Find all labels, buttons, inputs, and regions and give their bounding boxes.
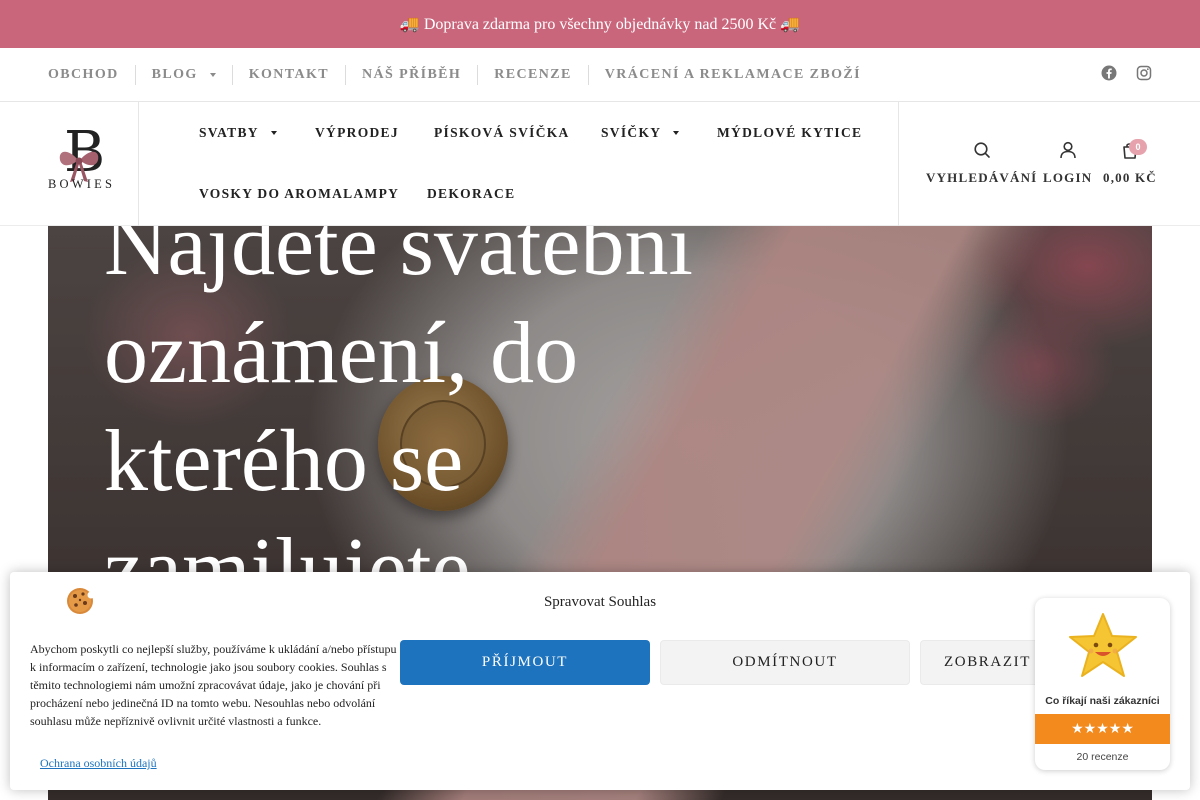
divider <box>898 102 899 226</box>
secnav-blog-label: BLOG <box>151 67 198 82</box>
logo-wordmark: BOWIES <box>48 177 116 191</box>
instagram-icon[interactable] <box>1136 65 1152 81</box>
stars-text: ★★★★★ <box>1071 721 1134 737</box>
menu-item-dekorace[interactable]: DEKORACE <box>427 186 515 202</box>
consent-text: Abychom poskytli co nejlepší služby, pou… <box>30 642 397 728</box>
search-button[interactable]: VYHLEDÁVÁNÍ <box>926 140 1037 186</box>
hero-title: Najděte svatební oznámení, do kterého se… <box>104 226 693 618</box>
login-label: LOGIN <box>1043 170 1093 185</box>
secnav-item-kontakt[interactable]: KONTAKT <box>231 65 345 85</box>
cookie-consent-dialog: Spravovat Souhlas × Abychom poskytli co … <box>10 572 1190 790</box>
rating-stars: ★★★★★ <box>1035 714 1170 744</box>
menu-item-svatby[interactable]: SVATBY <box>199 125 277 141</box>
chevron-down-icon <box>673 131 680 135</box>
menu-item-mydlove-kytice[interactable]: MÝDLOVÉ KYTICE <box>717 125 862 141</box>
announcement-bar: 🚚 Doprava zdarma pro všechny objednávky … <box>0 0 1200 48</box>
cart-total: 0,00 KČ <box>1103 170 1157 185</box>
menu-label: SVATBY <box>199 125 259 140</box>
secondary-nav: OBCHOD BLOG KONTAKT NÁŠ PŘÍBĚH RECENZE V… <box>0 48 1200 102</box>
search-icon <box>974 142 990 158</box>
chevron-down-icon <box>270 131 277 135</box>
menu-label: SVÍČKY <box>601 125 662 140</box>
smiling-star-icon <box>1069 613 1137 677</box>
reviews-widget[interactable]: Co říkají naši zákazníci ★★★★★ 20 recenz… <box>1035 598 1170 770</box>
chevron-down-icon <box>209 73 216 77</box>
accept-button[interactable]: PŘÍJMOUT <box>400 640 650 685</box>
user-icon <box>1059 141 1076 159</box>
login-button[interactable]: LOGIN <box>1043 140 1092 186</box>
secnav-item-obchod[interactable]: OBCHOD <box>48 65 135 85</box>
secnav-item-vraceni[interactable]: VRÁCENÍ A REKLAMACE ZBOŽÍ <box>587 65 877 85</box>
search-label: VYHLEDÁVÁNÍ <box>926 170 1038 185</box>
menu-item-piskova-svicka[interactable]: PÍSKOVÁ SVÍČKA <box>434 125 570 141</box>
privacy-link[interactable]: Ochrana osobních údajů <box>40 756 157 771</box>
menu-item-vyprodej[interactable]: VÝPRODEJ <box>315 125 399 141</box>
deny-button[interactable]: ODMÍTNOUT <box>660 640 910 685</box>
widget-title: Co říkají naši zákazníci <box>1045 695 1160 707</box>
secnav-item-nas-pribeh[interactable]: NÁŠ PŘÍBĚH <box>345 65 477 85</box>
secnav-item-blog[interactable]: BLOG <box>134 65 232 85</box>
review-count: 20 recenze <box>1076 751 1129 763</box>
consent-title: Spravovat Souhlas <box>543 594 657 610</box>
announcement-text: 🚚 Doprava zdarma pro všechny objednávky … <box>399 16 801 33</box>
menu-item-vosky[interactable]: VOSKY DO AROMALAMPY <box>199 186 399 202</box>
site-logo[interactable]: B BOWIES <box>48 120 120 194</box>
divider <box>138 102 139 226</box>
secnav-item-recenze[interactable]: RECENZE <box>477 65 587 85</box>
cart-count-badge: 0 <box>1129 139 1147 155</box>
facebook-icon[interactable] <box>1101 65 1117 81</box>
menu-item-svicky[interactable]: SVÍČKY <box>601 125 680 141</box>
